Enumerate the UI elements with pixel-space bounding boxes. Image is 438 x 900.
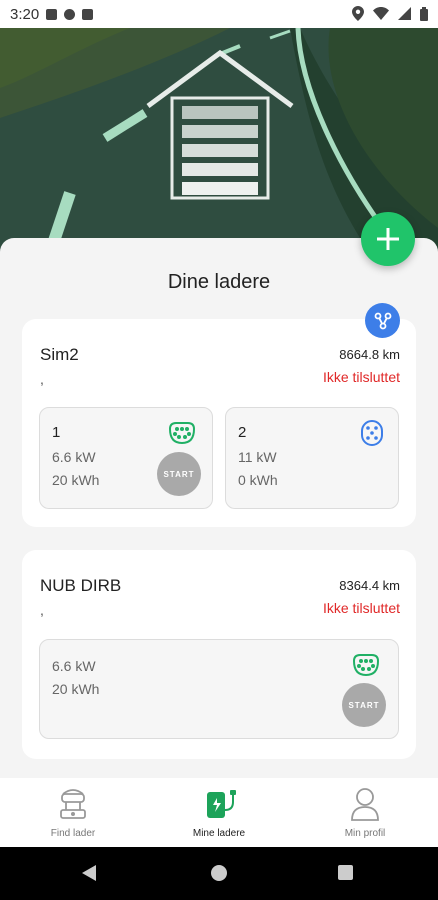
charger-name: NUB DIRB	[40, 576, 122, 595]
connector-number: 2	[238, 424, 247, 441]
app-notification-icon	[64, 8, 76, 20]
nav-label: Find lader	[50, 828, 96, 839]
charger-subtitle: ,	[40, 602, 44, 618]
back-icon[interactable]	[82, 865, 96, 881]
profile-icon	[351, 788, 379, 821]
notification-icon	[46, 8, 58, 20]
charger-distance: 8364.4 km	[339, 578, 400, 593]
add-charger-button[interactable]	[361, 212, 415, 266]
start-button[interactable]: START	[342, 683, 386, 727]
type2-plug-icon	[352, 654, 380, 677]
connector-power: 6.6 kW	[52, 658, 96, 674]
find-charger-icon	[60, 789, 86, 819]
ccs-plug-icon	[361, 420, 383, 446]
connector-power: 6.6 kW	[52, 449, 96, 465]
signal-icon	[398, 7, 411, 20]
nav-profile[interactable]: Min profil	[292, 778, 438, 847]
share-icon	[374, 312, 391, 329]
nav-find-charger[interactable]: Find lader	[0, 778, 146, 847]
plus-icon	[377, 228, 399, 250]
system-nav-bar	[0, 847, 438, 900]
nav-label: Min profil	[344, 828, 386, 839]
sim-icon	[82, 8, 94, 20]
bottom-nav: Find lader Mine ladere Min profil	[0, 778, 438, 847]
my-chargers-icon	[207, 790, 236, 818]
status-bar: 3:20	[0, 0, 438, 28]
charger-card[interactable]: Sim2 , 8664.8 km Ikke tilsluttet 1 6.6 k…	[22, 319, 416, 527]
recent-apps-icon[interactable]	[338, 865, 353, 880]
connector-energy: 0 kWh	[238, 472, 278, 488]
connector-power: 11 kW	[238, 449, 277, 465]
battery-icon	[420, 6, 428, 21]
start-button[interactable]: START	[157, 452, 201, 496]
location-icon	[352, 6, 364, 21]
status-right	[352, 6, 428, 21]
connector-card[interactable]: 2 11 kW 0 kWh	[225, 407, 399, 509]
connector-card[interactable]: 6.6 kW 20 kWh START	[39, 639, 399, 739]
connector-number: 1	[52, 424, 61, 441]
charger-status: Ikke tilsluttet	[322, 369, 400, 385]
connector-card[interactable]: 1 6.6 kW 20 kWh START	[39, 407, 213, 509]
home-icon[interactable]	[211, 865, 227, 881]
nav-my-chargers[interactable]: Mine ladere	[146, 778, 292, 847]
connector-energy: 20 kWh	[52, 472, 100, 488]
page-title: Dine ladere	[167, 271, 271, 293]
charger-distance: 8664.8 km	[339, 347, 400, 362]
status-time: 3:20	[10, 5, 40, 23]
share-button[interactable]	[365, 303, 400, 338]
charger-name: Sim2	[40, 345, 79, 364]
wifi-icon	[373, 7, 389, 20]
charger-card[interactable]: NUB DIRB , 8364.4 km Ikke tilsluttet 6.6…	[22, 550, 416, 759]
charger-subtitle: ,	[40, 371, 44, 387]
type2-plug-icon	[168, 422, 196, 445]
connector-energy: 20 kWh	[52, 681, 100, 697]
charger-status: Ikke tilsluttet	[322, 600, 400, 616]
nav-label: Mine ladere	[192, 828, 246, 839]
